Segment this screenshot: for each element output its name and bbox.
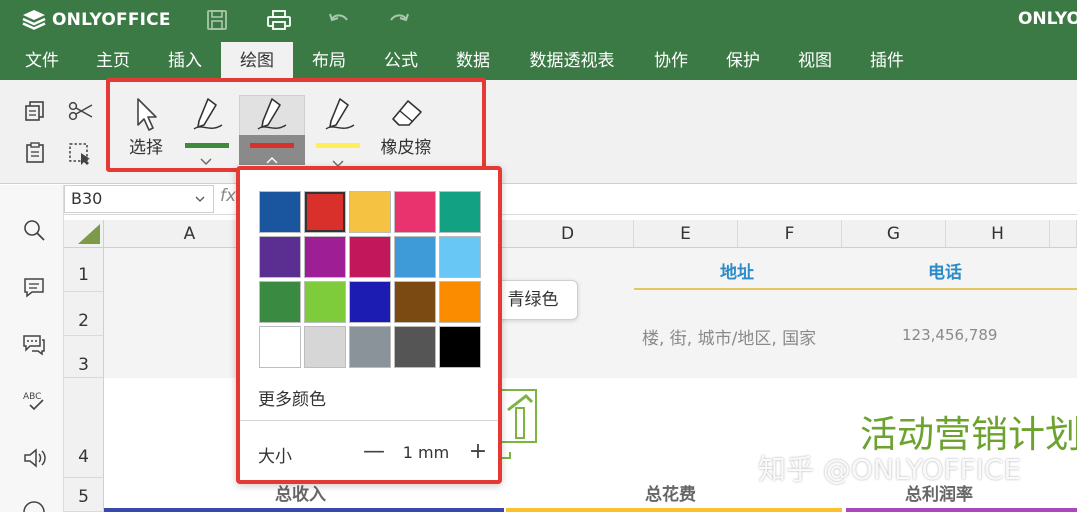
size-value[interactable]: 1 mm [396, 443, 456, 462]
size-label: 大小 [258, 447, 292, 467]
color-swatch[interactable] [394, 281, 436, 323]
color-swatch[interactable] [304, 191, 346, 233]
popover-divider [240, 420, 498, 421]
color-swatch[interactable] [304, 236, 346, 278]
select-all-icon[interactable] [68, 142, 92, 166]
print-icon[interactable] [266, 9, 292, 31]
pen-color-green [185, 143, 229, 148]
svg-text:ABC: ABC [23, 392, 41, 402]
color-swatch[interactable] [394, 326, 436, 368]
color-swatch[interactable] [259, 236, 301, 278]
row-header-2[interactable]: 2 [64, 292, 104, 336]
pen-color-yellow [316, 143, 360, 148]
profit-bar-accent [846, 508, 1077, 512]
tab-view[interactable]: 视图 [786, 42, 844, 80]
info-icon[interactable] [22, 500, 46, 512]
chat-icon[interactable] [22, 332, 46, 356]
column-header-e[interactable]: E [634, 220, 738, 248]
row-header-3[interactable]: 3 [64, 336, 104, 378]
highlighter-icon[interactable] [324, 97, 356, 131]
fx-label: fx [220, 186, 237, 206]
comment-icon[interactable] [22, 276, 46, 300]
tab-home[interactable]: 主页 [84, 42, 142, 80]
color-swatch[interactable] [304, 326, 346, 368]
search-icon[interactable] [22, 218, 46, 242]
tab-plugins[interactable]: 插件 [858, 42, 916, 80]
color-swatch[interactable] [349, 326, 391, 368]
eraser-icon[interactable] [390, 98, 424, 128]
header-underline [634, 288, 1077, 290]
window-title: ONLYO [1017, 9, 1077, 29]
save-icon[interactable] [205, 9, 229, 31]
watermark: 知乎 @ONLYOFFICE [758, 453, 1022, 486]
color-swatch[interactable] [349, 236, 391, 278]
app-name: ONLYOFFICE [52, 10, 171, 30]
column-header-g[interactable]: G [842, 220, 946, 248]
column-header-f[interactable]: F [738, 220, 842, 248]
color-swatch[interactable] [439, 236, 481, 278]
income-bar-accent [104, 508, 504, 512]
phone-header-cell[interactable]: 电话 [928, 258, 962, 283]
color-swatch[interactable] [259, 191, 301, 233]
select-label[interactable]: 选择 [118, 133, 174, 158]
color-swatch[interactable] [439, 281, 481, 323]
tab-layout[interactable]: 布局 [300, 42, 358, 80]
column-header-d[interactable]: D [502, 220, 634, 248]
increase-size-button[interactable]: + [466, 438, 490, 466]
address-value-cell[interactable]: 楼, 街, 城市/地区, 国家 [642, 324, 816, 349]
corner-triangle-icon [78, 224, 100, 244]
chevron-up-icon[interactable] [266, 156, 278, 164]
color-swatch[interactable] [439, 326, 481, 368]
color-swatch[interactable] [349, 191, 391, 233]
color-swatch[interactable] [304, 281, 346, 323]
select-cursor-icon[interactable] [134, 97, 160, 133]
color-swatch[interactable] [259, 281, 301, 323]
chevron-down-icon[interactable] [200, 158, 212, 166]
tab-formula[interactable]: 公式 [372, 42, 430, 80]
phone-value-cell[interactable]: 123,456,789 [902, 326, 997, 344]
cell-name-box[interactable]: B30 [64, 185, 214, 213]
tab-protect[interactable]: 保护 [714, 42, 772, 80]
pen-color-red [250, 143, 294, 148]
tab-data[interactable]: 数据 [444, 42, 502, 80]
address-header-cell[interactable]: 地址 [720, 258, 754, 283]
tab-draw[interactable]: 绘图 [221, 42, 293, 80]
tab-pivot-table[interactable]: 数据透视表 [520, 42, 624, 80]
column-header-next[interactable] [1050, 220, 1077, 248]
tab-collaborate[interactable]: 协作 [642, 42, 700, 80]
spellcheck-icon[interactable]: ABC [22, 388, 46, 412]
pen-icon[interactable] [256, 97, 288, 131]
row-header-5[interactable]: 5 [64, 478, 104, 512]
column-header-h[interactable]: H [946, 220, 1050, 248]
speaker-icon[interactable] [22, 446, 46, 470]
row-header-1[interactable]: 1 [64, 248, 104, 292]
tab-file[interactable]: 文件 [14, 42, 70, 80]
total-cost-cell[interactable]: 总花费 [645, 480, 696, 505]
chevron-down-icon[interactable] [195, 195, 205, 203]
undo-icon[interactable] [327, 9, 351, 31]
chart-growth-icon [499, 389, 537, 443]
cut-icon[interactable] [68, 100, 94, 122]
onlyoffice-logo-icon [22, 10, 46, 30]
tab-insert[interactable]: 插入 [156, 42, 214, 80]
redo-icon[interactable] [387, 9, 411, 31]
cost-bar-accent [506, 508, 842, 512]
pen-icon[interactable] [192, 97, 224, 131]
color-swatch[interactable] [394, 236, 436, 278]
copy-icon[interactable] [24, 100, 46, 122]
row-header-4[interactable]: 4 [64, 378, 104, 478]
eraser-label[interactable]: 橡皮擦 [372, 133, 440, 158]
color-swatch[interactable] [439, 191, 481, 233]
color-swatch[interactable] [349, 281, 391, 323]
more-colors-link[interactable]: 更多颜色 [258, 385, 326, 410]
color-swatch[interactable] [394, 191, 436, 233]
paste-icon[interactable] [24, 142, 46, 164]
cell-ref: B30 [71, 189, 103, 208]
app-logo: ONLYOFFICE [22, 8, 171, 32]
select-all-corner[interactable] [64, 220, 104, 248]
color-swatch[interactable] [259, 326, 301, 368]
decrease-size-button[interactable]: — [362, 438, 386, 466]
